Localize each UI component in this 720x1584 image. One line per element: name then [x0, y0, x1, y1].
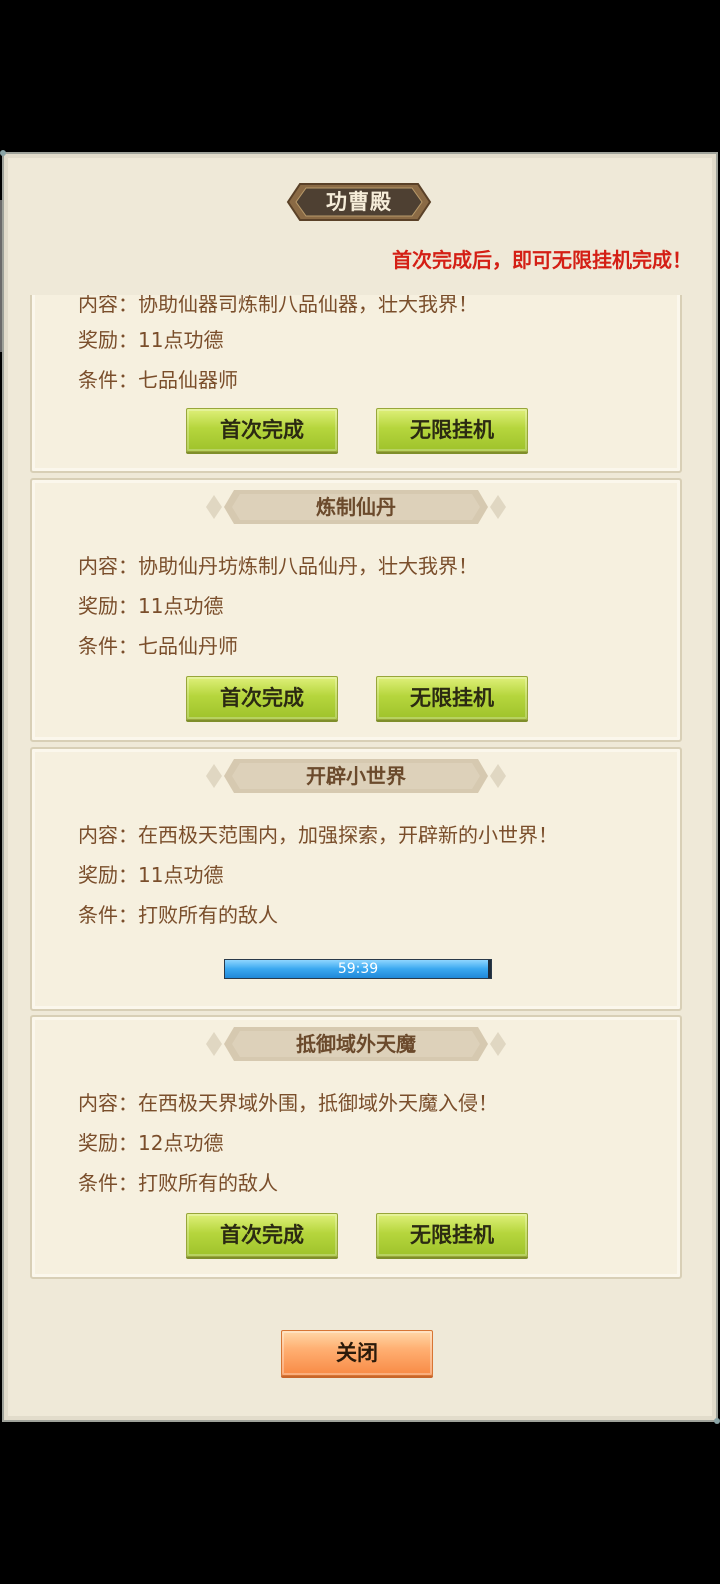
task-title: 开辟小世界	[306, 764, 406, 788]
card-header: 抵御域外天魔	[206, 1025, 506, 1063]
task-condition: 条件：打败所有的敌人	[78, 1171, 278, 1195]
task-reward: 奖励：12点功德	[78, 1131, 224, 1155]
task-content: 内容：在西极天界域外围，抵御域外天魔入侵！	[78, 1091, 498, 1115]
task-content: 内容：协助仙丹坊炼制八品仙丹，壮大我界！	[78, 554, 478, 578]
page-title: 功曹殿	[326, 190, 392, 214]
task-title: 炼制仙丹	[316, 495, 396, 519]
card-header: 炼制仙丹	[206, 488, 506, 526]
task-card-open-world: 开辟小世界 内容：在西极天范围内，加强探索，开辟新的小世界！ 奖励：11点功德 …	[30, 747, 682, 1011]
task-card-craft-artifact: 内容：协助仙器司炼制八品仙器，壮大我界！ 奖励：11点功德 条件：七品仙器师 首…	[30, 295, 682, 473]
first-complete-button[interactable]: 首次完成	[186, 408, 338, 452]
close-button[interactable]: 关闭	[281, 1330, 433, 1376]
task-content: 内容：协助仙器司炼制八品仙器，壮大我界！	[78, 295, 478, 316]
first-complete-button[interactable]: 首次完成	[186, 676, 338, 720]
task-reward: 奖励：11点功德	[78, 328, 224, 352]
infinite-idle-button[interactable]: 无限挂机	[376, 676, 528, 720]
task-timer-progress: 59:39	[224, 959, 492, 979]
task-card-resist-demons: 抵御域外天魔 内容：在西极天界域外围，抵御域外天魔入侵！ 奖励：12点功德 条件…	[30, 1015, 682, 1279]
task-condition: 条件：打败所有的敌人	[78, 903, 278, 927]
timer-text: 59:39	[337, 961, 379, 977]
task-reward: 奖励：11点功德	[78, 863, 224, 887]
task-card-refine-pill: 炼制仙丹 内容：协助仙丹坊炼制八品仙丹，壮大我界！ 奖励：11点功德 条件：七品…	[30, 478, 682, 742]
title-plate: 功曹殿	[286, 182, 432, 222]
task-title: 抵御域外天魔	[296, 1032, 416, 1056]
task-content: 内容：在西极天范围内，加强探索，开辟新的小世界！	[78, 823, 558, 847]
first-complete-button[interactable]: 首次完成	[186, 1213, 338, 1257]
auto-complete-notice: 首次完成后，即可无限挂机完成！	[392, 248, 692, 272]
infinite-idle-button[interactable]: 无限挂机	[376, 1213, 528, 1257]
task-reward: 奖励：11点功德	[78, 594, 224, 618]
task-list[interactable]: 内容：协助仙器司炼制八品仙器，壮大我界！ 奖励：11点功德 条件：七品仙器师 首…	[30, 295, 684, 1285]
card-header: 开辟小世界	[206, 757, 506, 795]
task-condition: 条件：七品仙器师	[78, 368, 238, 392]
task-condition: 条件：七品仙丹师	[78, 634, 238, 658]
infinite-idle-button[interactable]: 无限挂机	[376, 408, 528, 452]
